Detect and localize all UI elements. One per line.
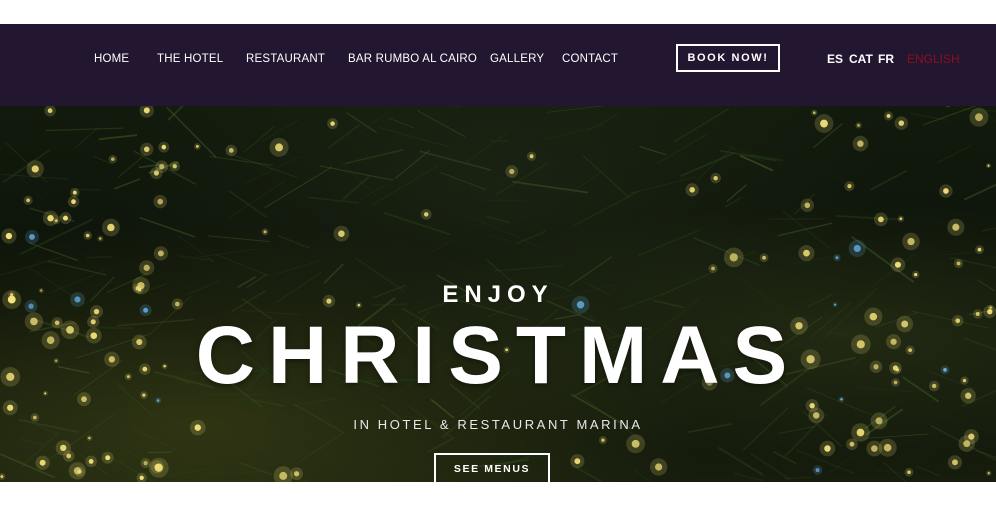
- see-menus-button[interactable]: SEE MENUS: [434, 453, 550, 482]
- nav-item-the-hotel[interactable]: THE HOTEL: [157, 52, 223, 66]
- top-whitespace: [0, 0, 996, 24]
- hero-kicker: ENJOY: [442, 281, 554, 308]
- hero-banner: ENJOY CHRISTMAS IN HOTEL & RESTAURANT MA…: [0, 106, 996, 482]
- nav-item-contact[interactable]: CONTACT: [562, 52, 618, 66]
- language-es[interactable]: ES: [827, 52, 843, 66]
- language-cat[interactable]: CAT: [849, 52, 873, 66]
- nav-item-restaurant[interactable]: RESTAURANT: [246, 52, 325, 66]
- nav-item-home[interactable]: HOME: [94, 52, 129, 66]
- nav-item-bar-rumbo-al-cairo[interactable]: BAR RUMBO AL CAIRO: [348, 52, 477, 66]
- bottom-whitespace: [0, 482, 996, 506]
- hero-subtitle: IN HOTEL & RESTAURANT MARINA: [353, 417, 643, 432]
- language-fr[interactable]: FR: [878, 52, 894, 66]
- navbar: HOME THE HOTEL RESTAURANT BAR RUMBO AL C…: [0, 24, 996, 106]
- hero-title: CHRISTMAS: [195, 310, 801, 401]
- book-now-button[interactable]: BOOK NOW!: [676, 44, 780, 72]
- language-english[interactable]: ENGLISH: [907, 52, 960, 66]
- nav-item-gallery[interactable]: GALLERY: [490, 52, 544, 66]
